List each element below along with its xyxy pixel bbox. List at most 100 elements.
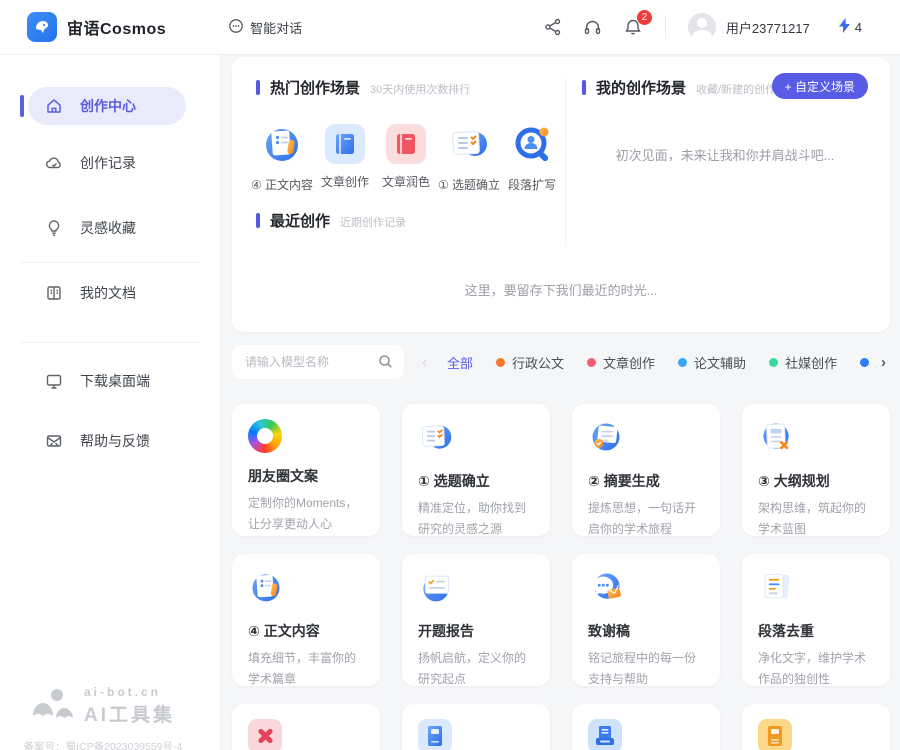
- red-book-icon: [386, 124, 426, 164]
- tab-social-media[interactable]: 社媒创作: [769, 353, 837, 372]
- card-title: 朋友圈文案: [248, 466, 364, 486]
- clipboard-pencil-icon: [248, 593, 284, 608]
- magnifier-person-icon: [512, 124, 552, 167]
- card-topic-selection[interactable]: ① 选题确立 精准定位，助你找到研究的灵感之源: [402, 404, 550, 536]
- sidebar-item-creation-records[interactable]: 创作记录: [28, 144, 186, 182]
- share-icon[interactable]: [543, 17, 563, 37]
- tab-thesis-assist[interactable]: 论文辅助: [678, 353, 746, 372]
- hot-scene-topic-selection[interactable]: ① 选题确立: [443, 124, 495, 193]
- card-title: 开题报告: [418, 621, 534, 641]
- main-content: 热门创作场景 30天内使用次数排行 ④ 正文内容 文章创作: [221, 55, 900, 750]
- top-header: 宙语Cosmos 智能对话 2 用户23771217 4: [0, 0, 900, 55]
- card-acknowledgement[interactable]: 致谢稿 铭记旅程中的每一份支持与帮助: [572, 554, 720, 686]
- clipboard-check-icon: [449, 124, 489, 167]
- card-title: 段落去重: [758, 621, 874, 641]
- moments-ring-icon: [248, 419, 282, 453]
- search-icon: [378, 354, 393, 372]
- hot-scene-label: 文章润色: [382, 173, 430, 190]
- my-scenes-section: 我的创作场景 收藏/新建的创作场景 + 自定义场景: [582, 77, 868, 98]
- sidebar-item-creation-center[interactable]: 创作中心: [28, 87, 186, 125]
- sidebar-divider: [20, 262, 200, 263]
- tab-label: 论文辅助: [694, 353, 746, 372]
- card-body-content[interactable]: ④ 正文内容 填充细节，丰富你的学术篇章: [232, 554, 380, 686]
- bell-icon[interactable]: 2: [623, 17, 643, 37]
- sidebar-item-label: 创作中心: [80, 96, 136, 116]
- ai-bot-logo-icon: [32, 688, 74, 725]
- active-indicator: [20, 95, 24, 117]
- sidebar-item-download-desktop[interactable]: 下载桌面端: [28, 362, 186, 400]
- tab-work-efficiency[interactable]: 工作提: [860, 353, 877, 372]
- card-description: 架构思维，筑起你的学术蓝图: [758, 498, 874, 540]
- headset-icon[interactable]: [583, 17, 603, 37]
- section-accent-bar: [256, 213, 260, 228]
- document-book-icon: [44, 283, 64, 303]
- hot-scene-paragraph-expand[interactable]: 段落扩写: [508, 124, 556, 193]
- card-paragraph-dedupe[interactable]: 段落去重 净化文字，维护学术作品的独创性: [742, 554, 890, 686]
- tabs-scroll-right-button[interactable]: ›: [877, 354, 890, 371]
- model-cards-grid: 朋友圈文案 定制你的Moments，让分享更动人心 ① 选题确立 精准定位，助你…: [232, 404, 890, 750]
- card-description: 净化文字，维护学术作品的独创性: [758, 648, 874, 690]
- model-filter-bar: ‹ 全部 行政公文 文章创作 论文辅助 社媒创作: [232, 345, 890, 379]
- sidebar-item-my-documents[interactable]: 我的文档: [28, 274, 186, 312]
- hot-scene-label: 文章创作: [321, 173, 369, 190]
- hot-scene-article-polish[interactable]: 文章润色: [382, 124, 430, 193]
- tab-official-documents[interactable]: 行政公文: [496, 353, 564, 372]
- icp-line: 备案号：蜀ICP备2023039559号-4: [0, 739, 206, 750]
- hot-scene-label: ④ 正文内容: [251, 176, 313, 193]
- category-dot-icon: [678, 358, 687, 367]
- username-label: 用户23771217: [726, 18, 810, 37]
- user-avatar[interactable]: [688, 13, 716, 41]
- sidebar-item-label: 帮助与反馈: [80, 431, 150, 451]
- tabs-scroll-left-button[interactable]: ‹: [418, 354, 431, 371]
- card-description: 铭记旅程中的每一份支持与帮助: [588, 648, 704, 690]
- card-moments-copy[interactable]: 朋友圈文案 定制你的Moments，让分享更动人心: [232, 404, 380, 536]
- energy-counter[interactable]: 4: [838, 18, 862, 36]
- card-partial[interactable]: [232, 704, 380, 750]
- app-title: 宙语Cosmos: [67, 15, 166, 39]
- lightbulb-icon: [44, 218, 64, 238]
- card-outline-planning[interactable]: ③ 大纲规划 架构思维，筑起你的学术蓝图: [742, 404, 890, 536]
- notification-badge: 2: [637, 10, 652, 25]
- ai-bot-watermark: ai-bot.cn AI工具集: [32, 685, 175, 727]
- chat-bubble-icon: [228, 18, 244, 37]
- my-scenes-title: 我的创作场景: [596, 77, 686, 98]
- blue-printer-icon: [588, 719, 622, 750]
- nav-smart-chat[interactable]: 智能对话: [228, 18, 302, 37]
- card-title: ④ 正文内容: [248, 621, 364, 641]
- tab-article-writing[interactable]: 文章创作: [587, 353, 655, 372]
- my-scenes-empty-text: 初次见面，未来让我和你并肩战斗吧...: [582, 145, 868, 164]
- mail-feedback-icon: [44, 431, 64, 451]
- hot-scene-label: ① 选题确立: [438, 176, 500, 193]
- recent-title: 最近创作: [270, 210, 330, 231]
- card-partial[interactable]: [572, 704, 720, 750]
- red-cross-icon: [248, 719, 282, 750]
- recent-subtitle: 近期创作记录: [340, 214, 406, 230]
- tab-label: 文章创作: [603, 353, 655, 372]
- recent-empty-text: 这里，要留存下我们最近的时光...: [232, 280, 890, 299]
- nav-smart-chat-label: 智能对话: [250, 18, 302, 37]
- sidebar-item-inspiration[interactable]: 灵感收藏: [28, 209, 186, 247]
- sidebar-item-help-feedback[interactable]: 帮助与反馈: [28, 422, 186, 460]
- blue-book-icon: [418, 719, 452, 750]
- doc-outline-icon: [758, 443, 794, 458]
- card-title: ② 摘要生成: [588, 471, 704, 491]
- watermark-name: AI工具集: [84, 700, 175, 727]
- sidebar: 创作中心 创作记录 灵感收藏 我的文档 下载桌面端 帮助与反馈: [0, 55, 221, 750]
- hot-scene-article-writing[interactable]: 文章创作: [321, 124, 369, 193]
- card-partial[interactable]: [742, 704, 890, 750]
- hot-scenes-subtitle: 30天内使用次数排行: [370, 81, 470, 97]
- monitor-icon: [44, 371, 64, 391]
- energy-count: 4: [855, 20, 862, 35]
- tab-label: 工作提: [876, 353, 877, 372]
- doc-dedupe-icon: [758, 593, 794, 608]
- panel-vertical-divider: [565, 77, 566, 245]
- card-opening-report[interactable]: 开题报告 扬帆启航，定义你的研究起点: [402, 554, 550, 686]
- card-abstract-generation[interactable]: ② 摘要生成 提炼思想，一句话开启你的学术旅程: [572, 404, 720, 536]
- doc-check-icon: [588, 443, 624, 458]
- card-partial[interactable]: [402, 704, 550, 750]
- home-icon: [44, 96, 64, 116]
- tab-all[interactable]: 全部: [447, 353, 473, 372]
- scenes-panel: 热门创作场景 30天内使用次数排行 ④ 正文内容 文章创作: [232, 57, 890, 332]
- custom-scene-button[interactable]: + 自定义场景: [772, 73, 868, 99]
- hot-scene-body-content[interactable]: ④ 正文内容: [256, 124, 308, 193]
